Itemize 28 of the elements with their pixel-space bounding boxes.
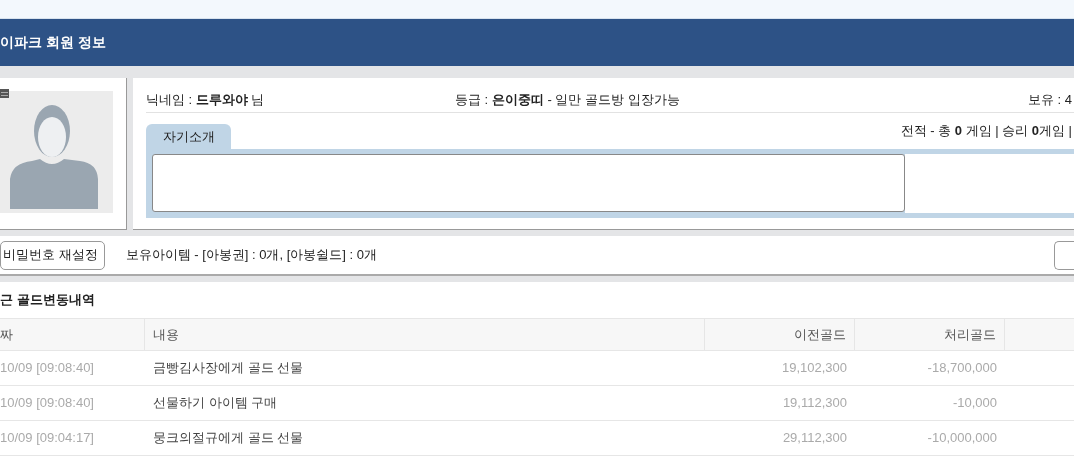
holding-text: 보유 : 4: [1027, 90, 1073, 109]
column-header: 내용: [145, 319, 705, 350]
table-cell-text: 19,112,300: [781, 394, 848, 413]
column-header: 짜: [0, 319, 145, 350]
table-cell-text: 29,112,300: [781, 429, 848, 448]
intro-field[interactable]: [152, 154, 905, 212]
page-title: 이파크 회원 정보: [0, 33, 106, 52]
intro-tab[interactable]: 자기소개: [146, 124, 231, 149]
column-header: 처리골드: [855, 319, 1005, 350]
button[interactable]: [1054, 240, 1074, 270]
table-cell-text: -18,700,000: [926, 359, 998, 378]
column-header: 이전골드: [705, 319, 855, 350]
table-cell-text: 선물하기 아이템 구매: [152, 394, 279, 413]
nickname-text: 닉네임 : 드루와야 님: [146, 90, 266, 109]
record-text: 전적 - 총 0 게임 | 승리 0게임 |: [900, 122, 1073, 141]
table-cell-text: 10/09 [09:08:40]: [0, 359, 95, 378]
table-cell-text: 19,102,300: [780, 359, 848, 378]
items-text: 보유아이템 - [아봉권] : 0개, [아봉쉴드] : 0개: [125, 246, 377, 265]
table-cell-text: 금빵김사장에게 골드 선물: [152, 359, 305, 378]
table-cell-text: 10/09 [09:04:17]: [0, 429, 95, 448]
table-cell-text: -10,000: [951, 394, 998, 413]
table-cell-text: 뭉크의절규에게 골드 선물: [152, 429, 305, 448]
reset-password-button[interactable]: 비밀번호 재설정: [0, 240, 105, 270]
table-cell-text: -10,000,000: [926, 429, 998, 448]
table-cell-text: 10/09 [09:08:40]: [0, 394, 95, 413]
grade-icon: [0, 89, 9, 98]
grade-text: 등급 : 은이중띠 - 일만 골드방 입장가능: [455, 90, 681, 109]
section-title: 근 골드변동내역: [0, 291, 95, 310]
